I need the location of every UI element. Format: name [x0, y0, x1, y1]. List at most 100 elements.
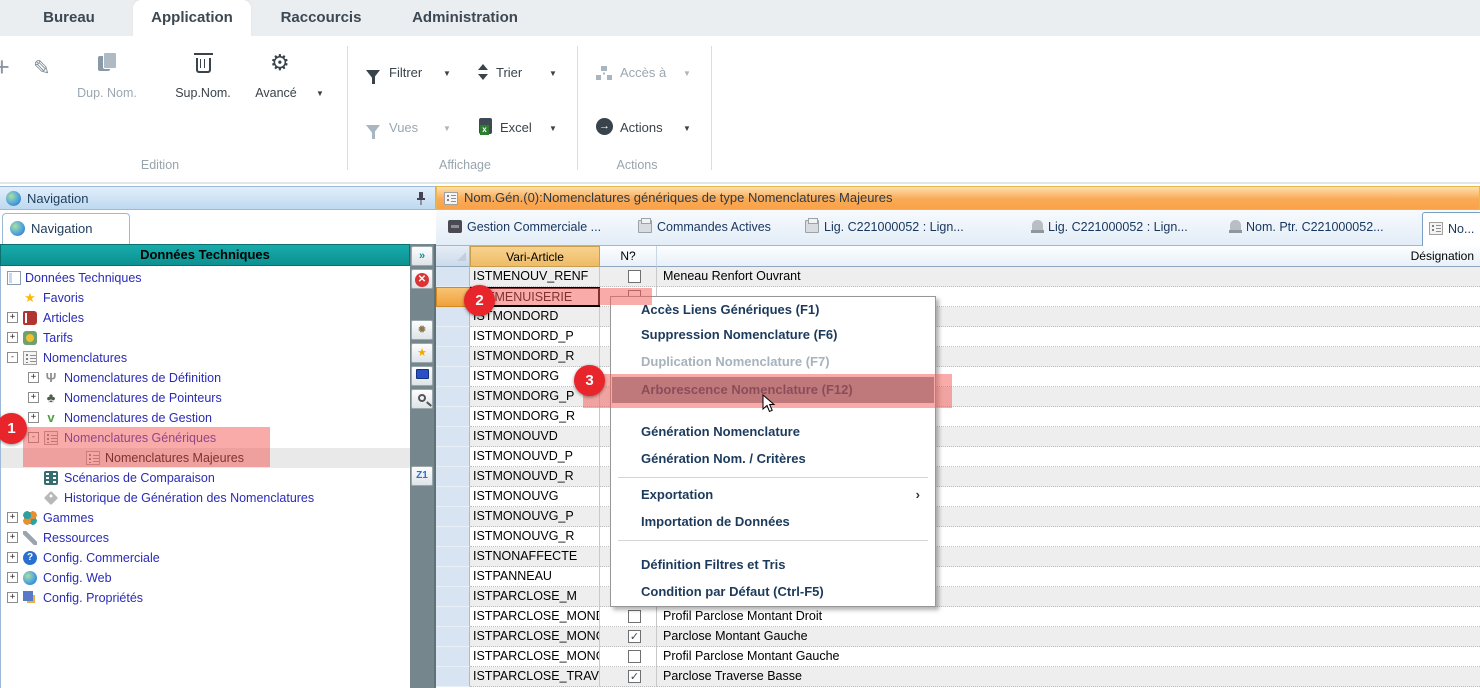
- tree-item-articles[interactable]: +Articles: [1, 308, 411, 328]
- vari-article-cell[interactable]: ISTPARCLOSE_M: [470, 587, 600, 607]
- table-row[interactable]: ISTPARCLOSE_MOND_P Profil Parclose Montan…: [436, 607, 1480, 627]
- menu-item-condition-par-d-faut-ctrl-f5-[interactable]: Condition par Défaut (Ctrl-F5): [612, 579, 934, 605]
- vari-article-cell[interactable]: ISTPARCLOSE_MOND_P: [470, 607, 600, 627]
- row-selector-cell[interactable]: [436, 667, 470, 687]
- tree-item-nomenclatures[interactable]: -Nomenclatures: [1, 348, 411, 368]
- designation-cell[interactable]: Parclose Montant Gauche: [657, 627, 1480, 647]
- ribbon-tab-raccourcis[interactable]: Raccourcis: [278, 0, 364, 36]
- table-row[interactable]: ISTNONAFFECTE: [436, 547, 1480, 567]
- table-row[interactable]: ISTMONDORD: [436, 307, 1480, 327]
- document-tab-6[interactable]: No...: [1422, 212, 1480, 246]
- expand-plus-icon[interactable]: +: [7, 552, 18, 563]
- tree-item-config-web[interactable]: +Config. Web: [1, 568, 411, 588]
- row-selector-cell[interactable]: [436, 447, 470, 467]
- row-selector-cell[interactable]: [436, 527, 470, 547]
- table-row[interactable]: ISTMONOUVD_R: [436, 467, 1480, 487]
- expand-plus-icon[interactable]: +: [7, 592, 18, 603]
- menu-item-g-n-ration-nomenclature[interactable]: Génération Nomenclature: [612, 419, 934, 445]
- checkbox-unchecked-icon[interactable]: [628, 610, 641, 623]
- expand-plus-icon[interactable]: +: [7, 332, 18, 343]
- table-row[interactable]: ISTMONDORD_R: [436, 347, 1480, 367]
- row-selector-cell[interactable]: [436, 607, 470, 627]
- vari-article-cell[interactable]: ISTNONAFFECTE: [470, 547, 600, 567]
- expand-plus-icon[interactable]: +: [28, 412, 39, 423]
- column-header-vari-article[interactable]: Vari-Article: [470, 246, 600, 267]
- row-selector-cell[interactable]: [436, 427, 470, 447]
- expand-plus-icon[interactable]: +: [7, 532, 18, 543]
- vari-article-cell[interactable]: ISTMONDORD_P: [470, 327, 600, 347]
- column-header-designation[interactable]: Désignation: [657, 246, 1480, 267]
- expand-plus-icon[interactable]: +: [28, 372, 39, 383]
- row-selector-cell[interactable]: [436, 487, 470, 507]
- dup-nom-button[interactable]: Dup. Nom.: [67, 86, 147, 100]
- row-selector-cell[interactable]: [436, 547, 470, 567]
- checkbox-unchecked-icon[interactable]: [628, 650, 641, 663]
- trier-button[interactable]: Trier: [496, 65, 522, 80]
- vari-article-cell[interactable]: ISTMONOUVD_P: [470, 447, 600, 467]
- vari-article-cell[interactable]: ISTMONDORG_R: [470, 407, 600, 427]
- expand-plus-icon[interactable]: +: [7, 572, 18, 583]
- vues-button[interactable]: Vues: [389, 120, 418, 135]
- menu-item-importation-de-donn-es[interactable]: Importation de Données: [612, 509, 934, 535]
- vari-article-cell[interactable]: ISTMONDORD_R: [470, 347, 600, 367]
- add-icon[interactable]: +: [0, 52, 10, 83]
- document-tab-1[interactable]: Gestion Commerciale ...: [448, 210, 601, 245]
- magnifier-button[interactable]: [411, 389, 433, 409]
- row-selector-cell[interactable]: [436, 507, 470, 527]
- checkbox-checked-icon[interactable]: ✓: [628, 630, 641, 643]
- tree-header-donnees-techniques[interactable]: Données Techniques: [0, 244, 410, 266]
- tree-item-nomenclatures-de-pointeurs[interactable]: +♣Nomenclatures de Pointeurs: [1, 388, 411, 408]
- tree-item-tarifs[interactable]: +Tarifs: [1, 328, 411, 348]
- tree-item-config-propri-t-s[interactable]: +Config. Propriétés: [1, 588, 411, 608]
- tree-item-sc-narios-de-comparaison[interactable]: Scénarios de Comparaison: [1, 468, 411, 488]
- row-selector-cell[interactable]: [436, 307, 470, 327]
- table-row[interactable]: ISTMONDORG_R: [436, 407, 1480, 427]
- vari-article-cell[interactable]: ISTMONOUVD_R: [470, 467, 600, 487]
- menu-item-exportation[interactable]: Exportation›: [612, 482, 934, 508]
- sup-nom-button[interactable]: Sup.Nom.: [163, 86, 243, 100]
- document-tab-4[interactable]: Lig. C221000052 : Lign...: [1032, 210, 1188, 245]
- table-row[interactable]: ISTMONOUVG_P: [436, 507, 1480, 527]
- tree-item-donn-es-techniques[interactable]: Données Techniques: [1, 268, 411, 288]
- menu-item-acc-s-liens-g-n-riques-f1-[interactable]: Accès Liens Génériques (F1): [612, 297, 934, 323]
- vari-article-cell[interactable]: ISTPARCLOSE_TRAVB: [470, 667, 600, 687]
- tree-item-historique-de-g-n-ration-des-nomenclatures[interactable]: Historique de Génération des Nomenclatur…: [1, 488, 411, 508]
- pin-icon[interactable]: [415, 191, 427, 206]
- screen-monitor-button[interactable]: [411, 366, 433, 386]
- n-flag-cell[interactable]: [600, 607, 657, 627]
- expand-plus-icon[interactable]: +: [28, 392, 39, 403]
- designation-cell[interactable]: Profil Parclose Montant Gauche: [657, 647, 1480, 667]
- row-selector-cell[interactable]: [436, 587, 470, 607]
- trier-dropdown-caret[interactable]: ▼: [549, 69, 557, 78]
- edit-pencil-icon[interactable]: ✎: [33, 56, 51, 81]
- designation-cell[interactable]: Meneau Renfort Ouvrant: [657, 267, 1480, 287]
- table-row[interactable]: ISTMONOUVG: [436, 487, 1480, 507]
- acces-a-button[interactable]: Accès à: [620, 65, 666, 80]
- column-header-n[interactable]: N?: [600, 246, 657, 267]
- row-selector-cell[interactable]: [436, 387, 470, 407]
- designation-cell[interactable]: Profil Parclose Montant Droit: [657, 607, 1480, 627]
- avance-button[interactable]: Avancé: [240, 86, 312, 100]
- table-row[interactable]: ISTMONOUVG_R: [436, 527, 1480, 547]
- table-row[interactable]: ISTPARCLOSE_MONG_PProfil Parclose Montan…: [436, 647, 1480, 667]
- menu-item-duplication-nomenclature-f7-[interactable]: Duplication Nomenclature (F7): [612, 349, 934, 375]
- tree-item-ressources[interactable]: +Ressources: [1, 528, 411, 548]
- row-selector-cell[interactable]: [436, 467, 470, 487]
- n-flag-cell[interactable]: [600, 647, 657, 667]
- filtrer-dropdown-caret[interactable]: ▼: [443, 69, 451, 78]
- table-row[interactable]: ISTPARCLOSE_MONG✓Parclose Montant Gauche: [436, 627, 1480, 647]
- table-row[interactable]: ISTMONDORD_P: [436, 327, 1480, 347]
- vari-article-cell[interactable]: ISTPANNEAU: [470, 567, 600, 587]
- expand-plus-icon[interactable]: +: [7, 512, 18, 523]
- n-flag-cell[interactable]: [600, 267, 657, 287]
- row-selector-header[interactable]: [436, 246, 470, 267]
- menu-item-d-finition-filtres-et-tris[interactable]: Définition Filtres et Tris: [612, 552, 934, 578]
- row-selector-cell[interactable]: [436, 367, 470, 387]
- tree-item-gammes[interactable]: +Gammes: [1, 508, 411, 528]
- vari-article-cell[interactable]: ISTMONOUVG_R: [470, 527, 600, 547]
- spider-web-button[interactable]: ✹: [411, 320, 433, 340]
- row-selector-cell[interactable]: [436, 347, 470, 367]
- favorite-star-button[interactable]: ★: [411, 343, 433, 363]
- close-red-x-button[interactable]: ✕: [411, 269, 433, 289]
- table-row[interactable]: ISTMENOUV_RENFMeneau Renfort Ouvrant: [436, 267, 1480, 287]
